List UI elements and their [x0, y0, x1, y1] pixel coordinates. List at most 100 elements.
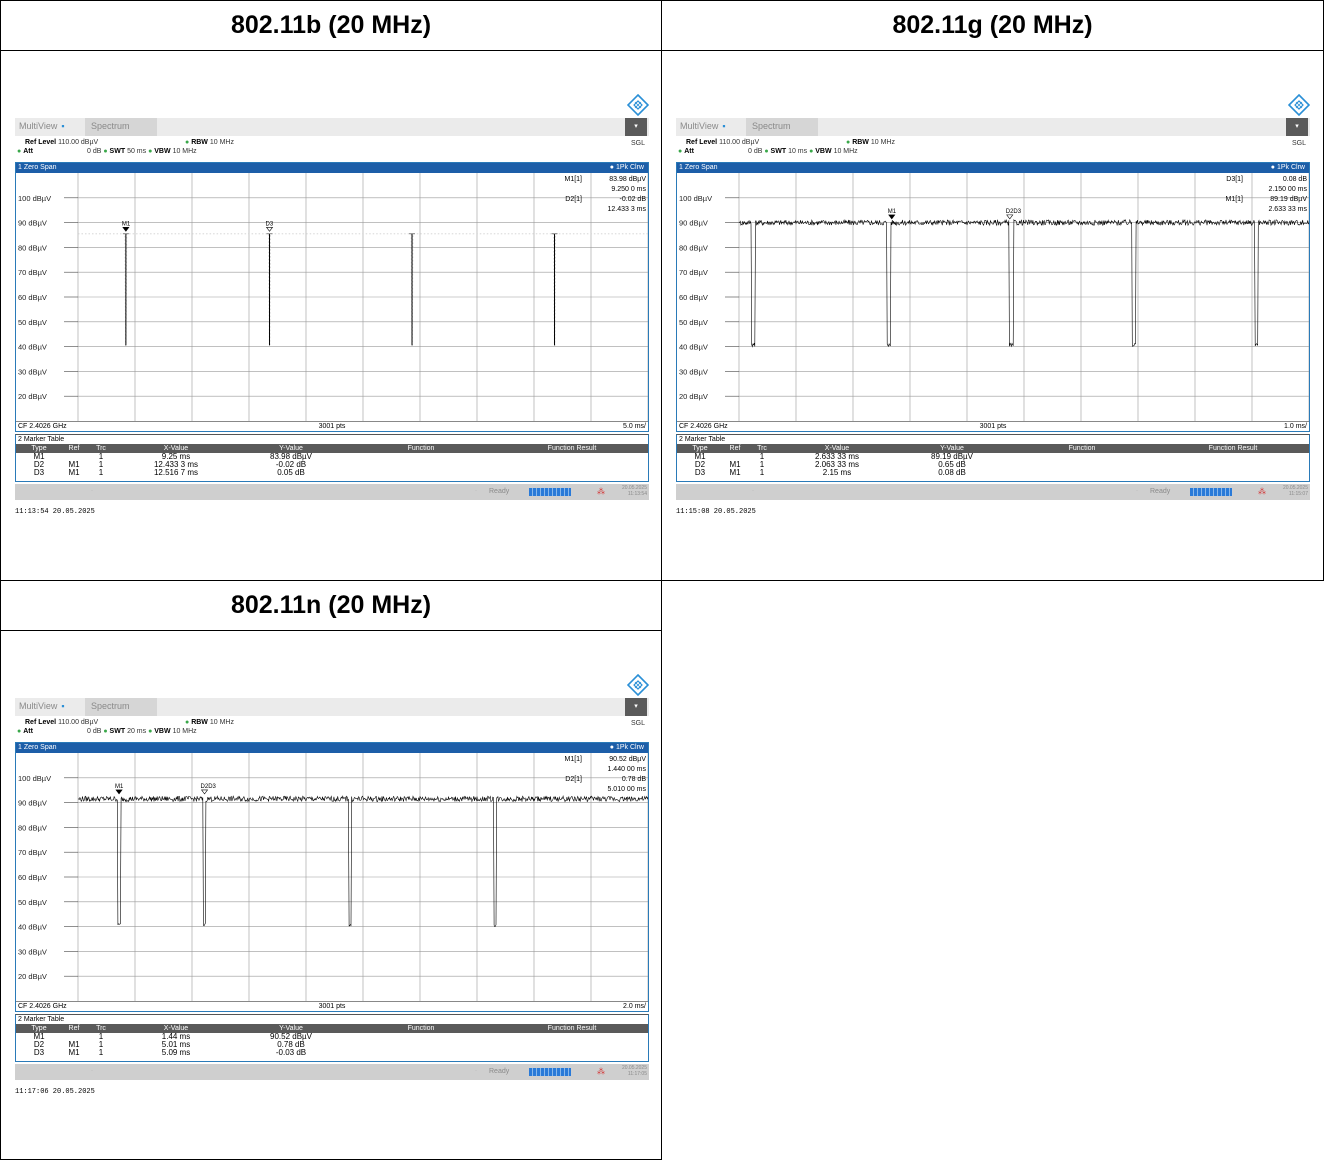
center-frequency: CF 2.4026 GHz: [679, 423, 728, 430]
zero-span-plot: 100 dBµV 90 dBµV 80 dBµV 70 dBµV 60 dBµV 50 d…: [679, 173, 1309, 421]
tab-multiview[interactable]: MultiView ▪: [19, 701, 65, 711]
tab-bar: MultiView ▪ Spectrum ▾: [676, 118, 1310, 136]
marker-label: D3: [266, 221, 274, 227]
tab-spectrum[interactable]: Spectrum: [85, 698, 157, 716]
panel-80211b: 802.11b (20 MHz) MultiView ▪ Spectrum ▾ R…: [0, 0, 662, 581]
tab-multiview[interactable]: MultiView ▪: [680, 121, 726, 131]
marker-cell: [496, 1049, 648, 1057]
marker-readout-name: M1[1]: [1225, 196, 1243, 203]
marker-table-header: Type Ref Trc X-Value Y-Value Function Fu…: [677, 444, 1309, 453]
y-tick-label: 80 dBµV: [18, 243, 47, 252]
y-tick-label: 100 dBµV: [679, 194, 712, 203]
marker-readout-value: 0.78 dB: [622, 776, 646, 783]
y-tick-label: 30 dBµV: [18, 947, 47, 956]
marker-cell: [496, 1041, 648, 1049]
network-icon: ⁂: [1258, 487, 1266, 496]
marker-readout-value: 89.19 dBµV: [1270, 196, 1307, 203]
marker-table: 2 Marker Table Type Ref Trc X-Value Y-Va…: [15, 1014, 649, 1062]
ref-level: Ref Level 110.00 dBµV: [25, 719, 99, 726]
marker-cell: [1007, 469, 1157, 477]
marker-readout-value: 2.150 00 ms: [1268, 186, 1307, 193]
sweep-progress-bar: [529, 488, 571, 496]
status-bar: · · Ready ⁂ 20.05.2025 11:17:05: [15, 1064, 649, 1080]
marker-table: 2 Marker Table Type Ref Trc X-Value Y-Va…: [15, 434, 649, 482]
y-tick-label: 60 dBµV: [18, 873, 47, 882]
marker-readout-value: 12.433 3 ms: [607, 206, 646, 213]
tab-bar: MultiView ▪ Spectrum ▾: [15, 118, 649, 136]
sweep-progress-bar: [1190, 488, 1232, 496]
marker-symbol: [1006, 214, 1014, 220]
y-tick-label: 70 dBµV: [679, 268, 708, 277]
status-timestamp: 20.05.2025 11:13:54: [621, 485, 647, 497]
measurement-params: Ref Level 110.00 dBµV ● RBW 10 MHz ● Att…: [15, 718, 649, 742]
panel-title: 802.11b (20 MHz): [1, 1, 661, 51]
pane-header: 1 Zero Span ● 1Pk Clrw: [16, 163, 648, 173]
y-tick-label: 20 dBµV: [18, 972, 47, 981]
tab-multiview[interactable]: MultiView ▪: [19, 121, 65, 131]
network-icon: ⁂: [597, 487, 605, 496]
status-separator: ·: [1136, 488, 1138, 494]
y-tick-label: 20 dBµV: [679, 392, 708, 401]
x-axis-footer: CF 2.4026 GHz 3001 pts 2.0 ms/: [16, 1001, 648, 1011]
status-ready: Ready: [1150, 488, 1171, 495]
dropdown-arrow-icon[interactable]: ▾: [1286, 118, 1308, 136]
panel-80211g: 802.11g (20 MHz) MultiView ▪ Spectrum ▾ R…: [661, 0, 1324, 581]
marker-readout-value: 83.98 dBµV: [609, 176, 646, 183]
sweep-mode: SGL: [1291, 140, 1306, 147]
col-function: Function: [407, 445, 435, 452]
marker-table-body: M1 1 9.25 ms 83.98 dBµV D2 M1 1 12.433 3 ms -0.0…: [16, 453, 648, 477]
col-ref: Ref: [729, 445, 741, 452]
dropdown-arrow-icon[interactable]: ▾: [625, 118, 647, 136]
status-separator: ·: [91, 1068, 93, 1074]
marker-cell: 1: [98, 1048, 104, 1057]
y-tick-label: 20 dBµV: [18, 392, 47, 401]
points-count: 3001 pts: [318, 423, 346, 430]
capture-timestamp: 11:13:54 20.05.2025: [15, 508, 95, 516]
marker-table: 2 Marker Table Type Ref Trc X-Value Y-Va…: [676, 434, 1310, 482]
trace-label: ● 1Pk Clrw: [609, 164, 644, 171]
status-ready: Ready: [489, 488, 510, 495]
marker-cell: 1: [759, 468, 765, 477]
marker-cell: [346, 1033, 496, 1041]
time-per-div: 1.0 ms/: [1284, 423, 1307, 430]
marker-readout-value: 1.440 00 ms: [607, 766, 646, 773]
marker-cell: 0.08 dB: [938, 468, 966, 477]
y-tick-label: 70 dBµV: [18, 848, 47, 857]
col-ref: Ref: [68, 1025, 80, 1032]
att: ● Att: [17, 728, 33, 735]
panel-80211n: 802.11n (20 MHz) MultiView ▪ Spectrum ▾ R…: [0, 580, 662, 1160]
sweep-mode: SGL: [630, 140, 645, 147]
tab-spectrum[interactable]: Spectrum: [746, 118, 818, 136]
network-icon: ⁂: [597, 1067, 605, 1076]
dropdown-arrow-icon[interactable]: ▾: [625, 698, 647, 716]
y-tick-label: 40 dBµV: [18, 923, 47, 932]
marker-symbol: [115, 789, 123, 795]
marker-readout-name: D2[1]: [565, 196, 582, 203]
marker-cell: [496, 469, 648, 477]
col-function: Function: [407, 1025, 435, 1032]
analyzer-screenshot: MultiView ▪ Spectrum ▾ Ref Level 110.00 d…: [15, 674, 649, 1096]
marker-cell: 0.05 dB: [277, 468, 305, 477]
marker-cell: D3: [33, 468, 45, 477]
rohde-schwarz-logo-icon: [627, 674, 649, 696]
zero-span-pane: 1 Zero Span ● 1Pk Clrw 100 dBµV 90 dBµV 80…: [676, 162, 1310, 432]
marker-cell: [346, 461, 496, 469]
y-tick-label: 80 dBµV: [18, 823, 47, 832]
status-separator: ·: [91, 488, 93, 494]
marker-readout-name: D3[1]: [1226, 176, 1243, 183]
status-separator: ·: [475, 1068, 477, 1074]
marker-table-body: M1 1 1.44 ms 90.52 dBµV D2 M1 1 5.01 ms 0.78 dB D…: [16, 1033, 648, 1057]
zero-span-plot: 100 dBµV 90 dBµV 80 dBµV 70 dBµV 60 dBµV 50 d…: [18, 173, 648, 421]
center-frequency: CF 2.4026 GHz: [18, 1003, 67, 1010]
marker-cell: [496, 461, 648, 469]
y-tick-label: 50 dBµV: [18, 898, 47, 907]
att-swt: 0 dB ● SWT 20 ms ● VBW 10 MHz: [87, 728, 197, 735]
marker-symbol: [265, 226, 274, 232]
marker-label: D2D3: [1006, 209, 1022, 215]
y-tick-label: 70 dBµV: [18, 268, 47, 277]
status-separator: ·: [752, 488, 754, 494]
sweep-mode: SGL: [630, 720, 645, 727]
marker-readout-name: M1[1]: [564, 756, 582, 763]
ref-level: Ref Level 110.00 dBµV: [25, 139, 99, 146]
tab-spectrum[interactable]: Spectrum: [85, 118, 157, 136]
